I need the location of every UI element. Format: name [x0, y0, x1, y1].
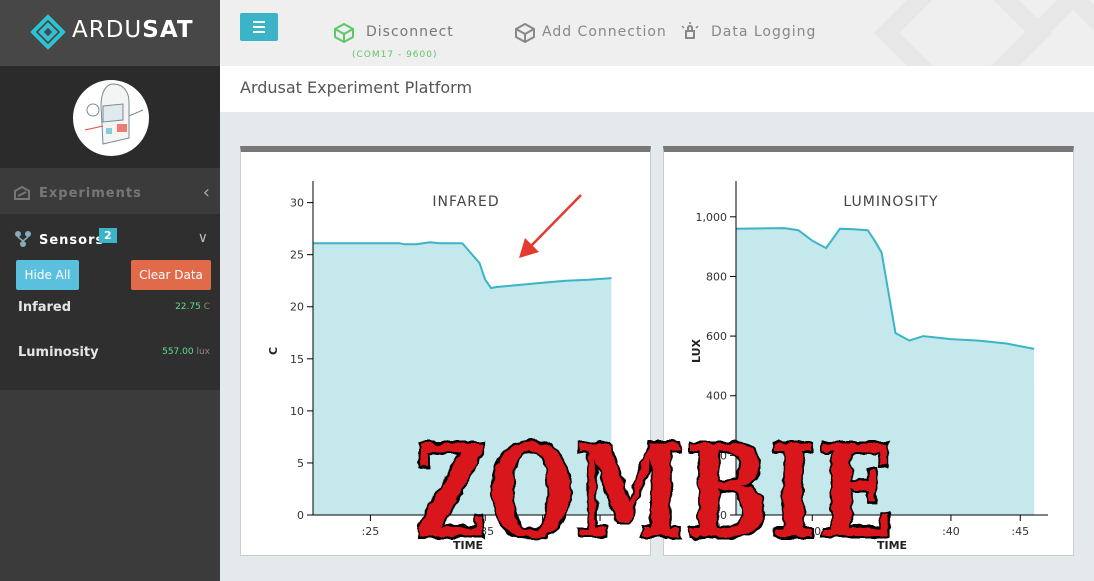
y-tick-label: 5 [297, 457, 304, 470]
x-tick-label: :30 [419, 525, 437, 538]
x-tick-label: :35 [873, 525, 891, 538]
hide-all-button[interactable]: Hide All [16, 260, 79, 290]
y-tick-label: 800 [706, 270, 727, 283]
page-header: Ardusat Experiment Platform [220, 66, 1094, 112]
sidebar-item-experiments[interactable]: Experiments ‹ [0, 172, 220, 212]
luminosity-chart: 0 200 400 600 800 1,000 :30 :35 :40 :45 LUMINOSITY… [690, 181, 1048, 552]
x-tick-label: :45 [1011, 525, 1029, 538]
y-axis-label: C [267, 347, 280, 355]
x-axis-label: TIME [877, 539, 907, 552]
chevron-down-icon[interactable]: ∨ [198, 230, 208, 246]
y-tick-label: 25 [290, 249, 304, 262]
infared-chart-card: 0 5 10 15 20 25 30 :25 :30 :35 :40 :45 INFARED C TIME [240, 146, 651, 556]
y-tick-label: 400 [706, 390, 727, 403]
chart-area-fill [313, 242, 612, 515]
sidebar: ARDUSAT Experiments ‹ Sensors 2 ∨ Hide A… [0, 0, 220, 581]
sensors-count-badge: 2 [99, 228, 117, 243]
sensor-item[interactable]: Infared 22.75 C [0, 294, 220, 330]
infared-chart: 0 5 10 15 20 25 30 :25 :30 :35 :40 :45 INFARED C TIME [267, 181, 623, 552]
top-navbar: Disconnect (COM17 - 9600) Add Connection… [220, 0, 1094, 66]
y-tick-label: 15 [290, 353, 304, 366]
x-axis-label: TIME [453, 539, 483, 552]
x-tick-label: :30 [803, 525, 821, 538]
brand-name[interactable]: ARDUSAT [72, 17, 194, 43]
y-tick-label: 200 [706, 449, 727, 462]
annotation-arrow-shaft [530, 194, 582, 247]
ardusat-logo-icon [30, 14, 66, 50]
avatar[interactable] [73, 80, 149, 156]
sensor-name: Infared [18, 300, 72, 315]
sensors-icon [15, 231, 31, 247]
chart-title: LUMINOSITY [843, 194, 938, 210]
y-tick-label: 10 [290, 405, 304, 418]
y-tick-label: 600 [706, 330, 727, 343]
x-tick-label: :35 [476, 525, 494, 538]
x-tick-label: :40 [942, 525, 960, 538]
chevron-left-icon[interactable]: ‹ [203, 182, 210, 203]
y-tick-label: 0 [720, 509, 727, 522]
data-logging-icon [681, 22, 699, 39]
clear-data-button[interactable]: Clear Data [131, 260, 211, 290]
y-axis-label: LUX [690, 338, 703, 363]
y-tick-label: 1,000 [696, 211, 728, 224]
add-connection-icon [515, 22, 535, 44]
sensor-item[interactable]: Luminosity 557.00 lux [0, 340, 220, 376]
sensors-label[interactable]: Sensors [39, 233, 104, 248]
sensors-panel: Sensors 2 ∨ Hide All Clear Data Infared … [0, 214, 220, 390]
x-tick-label: :40 [534, 525, 552, 538]
experiments-icon [14, 185, 30, 200]
x-tick-label: :45 [591, 525, 609, 538]
y-tick-label: 30 [290, 197, 304, 210]
add-connection-link[interactable]: Add Connection [542, 24, 667, 40]
page-title: Ardusat Experiment Platform [240, 78, 473, 97]
disconnect-icon [334, 22, 354, 44]
menu-toggle-button[interactable] [240, 13, 278, 41]
chart-title: INFARED [432, 194, 499, 210]
data-logging-link[interactable]: Data Logging [711, 24, 816, 40]
astronaut-illustration [84, 83, 144, 145]
sensor-value: 22.75 C [175, 302, 210, 312]
y-tick-label: 0 [297, 509, 304, 522]
luminosity-chart-card: 0 200 400 600 800 1,000 :30 :35 :40 :45 LUMINOSITY… [663, 146, 1074, 556]
disconnect-link[interactable]: Disconnect [366, 24, 454, 40]
experiments-label: Experiments [39, 186, 142, 201]
sensor-value: 557.00 lux [162, 347, 210, 357]
profile-panel [0, 66, 220, 168]
x-tick-label: :25 [362, 525, 380, 538]
logo-bar: ARDUSAT [0, 0, 220, 66]
sensor-name: Luminosity [18, 345, 99, 360]
connection-info: (COM17 - 9600) [352, 50, 438, 60]
y-tick-label: 20 [290, 301, 304, 314]
